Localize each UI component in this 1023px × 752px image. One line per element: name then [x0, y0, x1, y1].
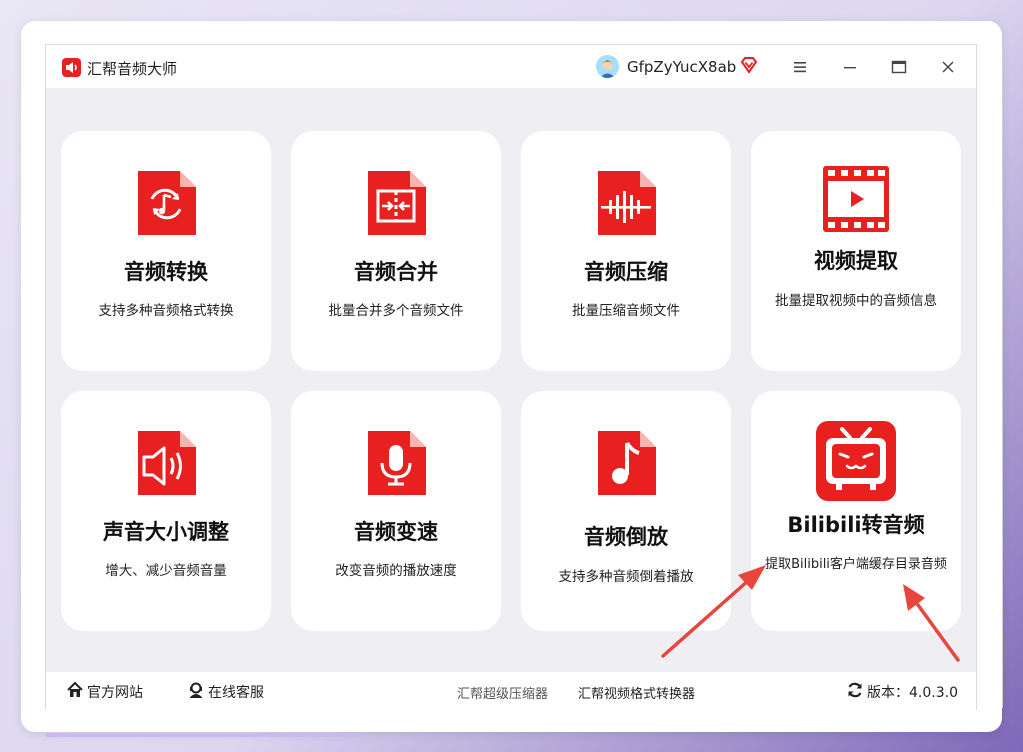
card-title: Bilibili转音频 [787, 513, 925, 537]
card-description: 批量提取视频中的音频信息 [775, 293, 937, 309]
maximize-icon [891, 60, 907, 74]
tool-card-audio-compress[interactable]: 音频压缩 批量压缩音频文件 [521, 131, 731, 371]
card-title: 音频变速 [354, 520, 438, 544]
customer-service-icon[interactable] [187, 681, 205, 699]
tool-card-volume-adjust[interactable]: 声音大小调整 增大、减少音频音量 [61, 391, 271, 631]
close-icon [942, 61, 954, 73]
app-logo-icon [62, 58, 81, 77]
video-film-icon [823, 166, 889, 232]
vip-diamond-icon[interactable] [740, 56, 758, 78]
menu-button[interactable] [786, 53, 814, 81]
user-name[interactable]: GfpZyYucX8ab [627, 58, 736, 76]
footer-bar: 官方网站 在线客服 汇帮超级压缩器 汇帮视频格式转换器 版本：4.0.3.0 [46, 672, 976, 710]
video-converter-link[interactable]: 汇帮视频格式转换器 [578, 683, 695, 702]
maximize-button[interactable] [885, 53, 913, 81]
tool-card-audio-speed[interactable]: 音频变速 改变音频的播放速度 [291, 391, 501, 631]
card-description: 批量合并多个音频文件 [328, 303, 464, 319]
tool-card-video-extract[interactable]: 视频提取 批量提取视频中的音频信息 [751, 131, 961, 371]
audio-merge-icon [368, 171, 426, 235]
card-title: 音频合并 [354, 260, 438, 284]
card-description: 改变音频的播放速度 [335, 563, 457, 579]
card-description: 批量压缩音频文件 [572, 303, 680, 319]
card-title: 音频压缩 [584, 260, 668, 284]
card-description: 支持多种音频倒着播放 [558, 569, 694, 585]
tool-card-bilibili-audio[interactable]: Bilibili转音频 提取Bilibili客户端缓存目录音频 [751, 391, 961, 631]
volume-icon [138, 431, 196, 495]
audio-compress-icon [598, 171, 656, 235]
app-title: 汇帮音频大师 [87, 60, 178, 78]
horizontal-scrollbar[interactable] [46, 733, 359, 737]
bilibili-tv-icon [816, 421, 896, 501]
close-button[interactable] [934, 53, 962, 81]
avatar[interactable] [596, 55, 619, 78]
card-description: 提取Bilibili客户端缓存目录音频 [765, 557, 947, 572]
tool-grid: 音频转换 支持多种音频格式转换 音频合并 批量合并多个音频文件 音频压缩 批量压… [46, 88, 976, 672]
version-label: 版本：4.0.3.0 [867, 682, 958, 702]
official-website-link[interactable]: 官方网站 [87, 682, 143, 702]
music-note-icon [598, 431, 656, 495]
online-support-link[interactable]: 在线客服 [208, 682, 264, 702]
audio-convert-icon [138, 171, 196, 235]
hamburger-icon [794, 62, 806, 73]
microphone-icon [368, 431, 426, 495]
title-bar: 汇帮音频大师 GfpZyYucX8ab [46, 45, 976, 88]
card-description: 增大、减少音频音量 [105, 563, 227, 579]
refresh-icon[interactable] [846, 681, 864, 699]
divider [1002, 44, 1003, 708]
card-title: 声音大小调整 [103, 520, 229, 544]
card-title: 视频提取 [814, 249, 898, 273]
version-number: 4.0.3.0 [909, 685, 958, 701]
card-title: 音频转换 [124, 260, 208, 284]
tool-card-audio-merge[interactable]: 音频合并 批量合并多个音频文件 [291, 131, 501, 371]
card-title: 音频倒放 [584, 525, 668, 549]
card-description: 支持多种音频格式转换 [98, 303, 234, 319]
minimize-button[interactable] [836, 53, 864, 81]
app-window: 汇帮音频大师 GfpZyYucX8ab 音频转换 支持多种音频格式转换 音频合并… [45, 44, 977, 710]
home-icon[interactable] [66, 681, 84, 699]
tool-card-audio-convert[interactable]: 音频转换 支持多种音频格式转换 [61, 131, 271, 371]
tool-card-audio-reverse[interactable]: 音频倒放 支持多种音频倒着播放 [521, 391, 731, 631]
version-prefix: 版本： [867, 685, 909, 701]
super-compressor-link[interactable]: 汇帮超级压缩器 [457, 683, 548, 702]
minimize-icon [844, 67, 856, 69]
